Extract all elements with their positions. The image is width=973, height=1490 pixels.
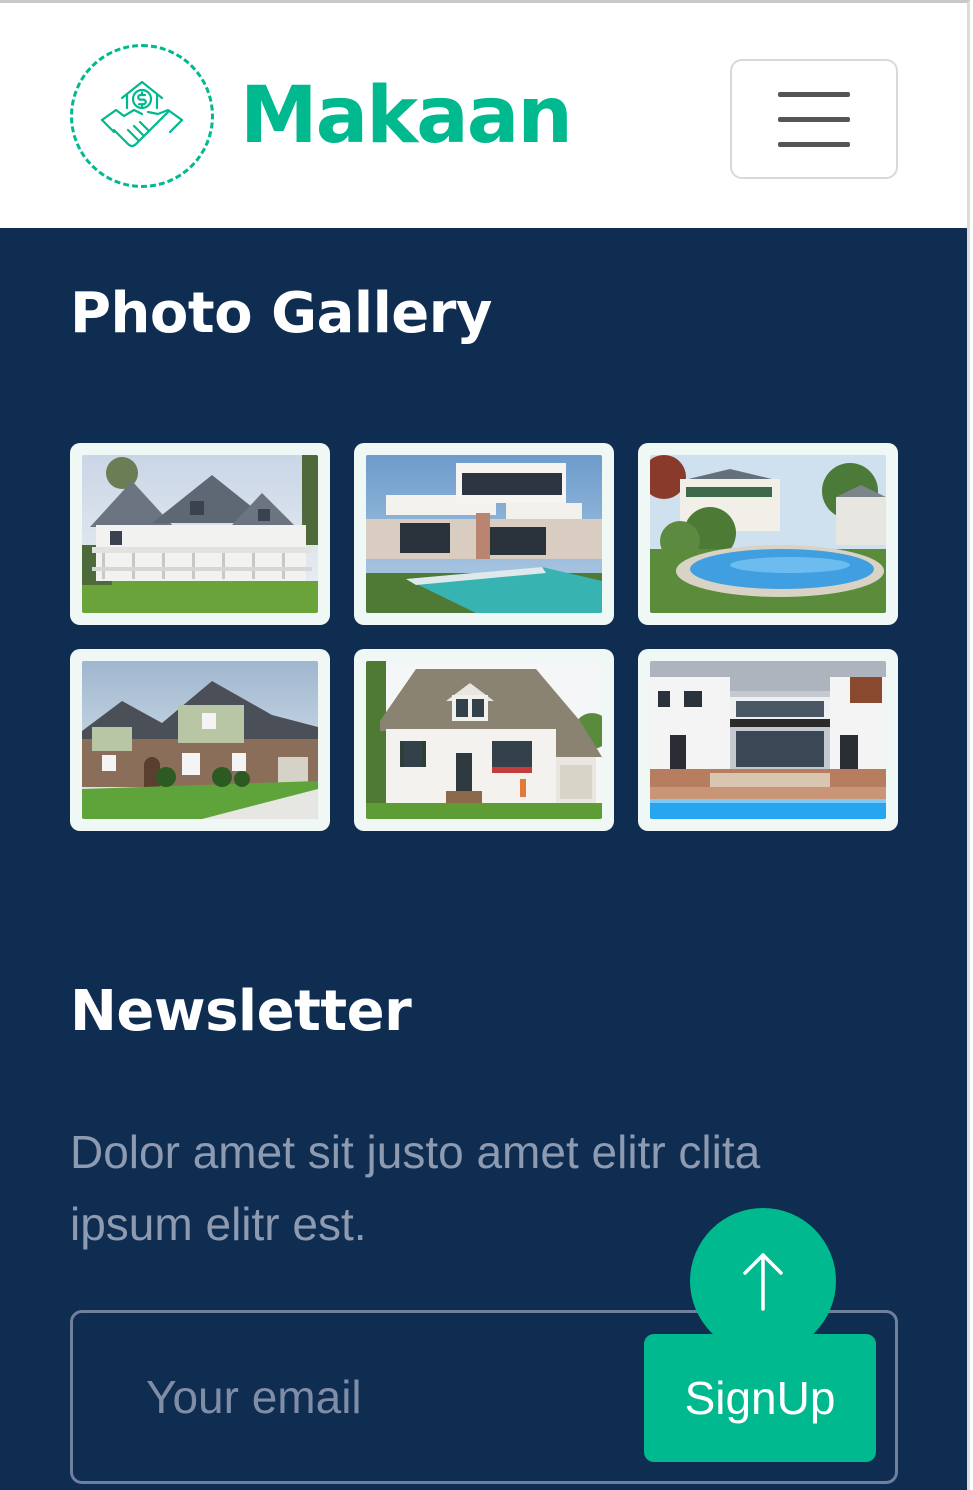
arrow-up-icon: [743, 1253, 783, 1311]
hamburger-menu-button[interactable]: [730, 59, 898, 179]
gallery-photo-modern-villa[interactable]: [354, 443, 614, 625]
logo-icon: [70, 44, 214, 188]
gallery-photo-backyard-pool[interactable]: [638, 443, 898, 625]
brand-name: Makaan: [240, 71, 573, 161]
gallery-photo-white-cottage[interactable]: [354, 649, 614, 831]
hamburger-menu-icon: [778, 91, 850, 97]
brand-link[interactable]: Makaan: [70, 44, 573, 188]
newsletter-title: Newsletter: [70, 979, 412, 1044]
photo-gallery: [70, 443, 898, 831]
gallery-photo-brick-house[interactable]: [70, 649, 330, 831]
hamburger-menu-icon-bar: [778, 116, 850, 122]
gallery-photo-farmhouse[interactable]: [70, 443, 330, 625]
back-to-top-button[interactable]: [690, 1208, 836, 1354]
hamburger-menu-icon-bar: [778, 141, 850, 147]
email-input[interactable]: [121, 1349, 641, 1445]
page: Makaan Photo Gallery Newsletter Dolor am…: [0, 0, 973, 1490]
navbar: Makaan: [0, 0, 970, 228]
gallery-photo-modern-pool-house[interactable]: [638, 649, 898, 831]
photo-gallery-title: Photo Gallery: [70, 281, 492, 346]
